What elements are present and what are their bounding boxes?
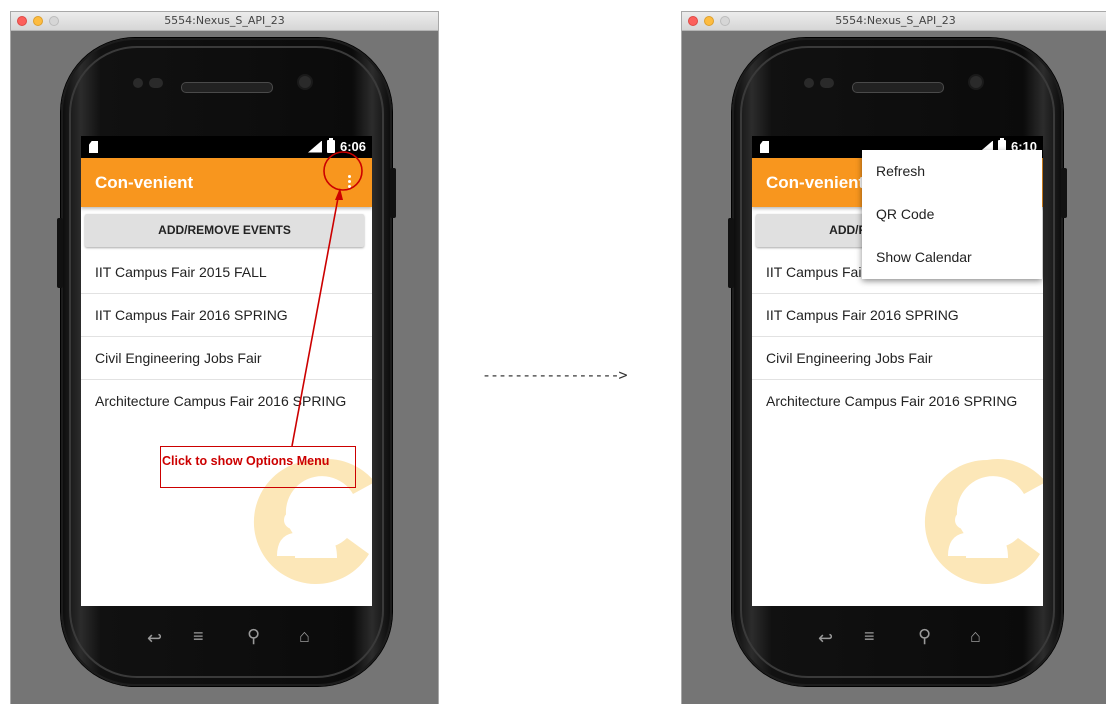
window-title: 5554:Nexus_S_API_23 xyxy=(164,14,285,27)
list-item[interactable]: IIT Campus Fair 2016 SPRING xyxy=(81,294,372,337)
annotation-text: Click to show Options Menu xyxy=(162,454,330,468)
camera-icon xyxy=(299,76,311,88)
list-item[interactable]: IIT Campus Fair 2016 SPRING xyxy=(752,294,1043,337)
emulator-window-left: 5554:Nexus_S_API_23 6:06 Con-venient ADD… xyxy=(10,11,439,704)
app-title: Con-venient xyxy=(766,173,865,192)
menu-icon[interactable]: ≡ xyxy=(864,626,875,647)
camera-icon xyxy=(970,76,982,88)
back-icon[interactable]: ↩ xyxy=(818,628,833,649)
options-menu: Refresh QR Code Show Calendar xyxy=(862,150,1042,279)
window-titlebar[interactable]: 5554:Nexus_S_API_23 xyxy=(682,12,1106,31)
search-icon[interactable]: ⚲ xyxy=(247,626,260,647)
app-title: Con-venient xyxy=(95,173,194,192)
sd-card-icon xyxy=(760,141,769,153)
sd-card-icon xyxy=(89,141,98,153)
menu-item-show-calendar[interactable]: Show Calendar xyxy=(862,236,1042,279)
list-item[interactable]: Architecture Campus Fair 2016 SPRING xyxy=(752,380,1043,423)
window-titlebar[interactable]: 5554:Nexus_S_API_23 xyxy=(11,12,438,31)
list-item[interactable]: IIT Campus Fair 2015 FALL xyxy=(81,251,372,294)
earpiece xyxy=(852,82,944,93)
transition-arrow: -----------------> xyxy=(482,366,628,384)
emulator-window-right: 5554:Nexus_S_API_23 6:10 Con-venient ADD… xyxy=(681,11,1106,704)
app-bar: Con-venient xyxy=(81,158,372,207)
home-icon[interactable]: ⌂ xyxy=(970,626,981,647)
window-title: 5554:Nexus_S_API_23 xyxy=(835,14,956,27)
phone-body: 6:10 Con-venient ADD/REMOVE EVENTS IIT C… xyxy=(728,38,1067,686)
phone-body: 6:06 Con-venient ADD/REMOVE EVENTS IIT C… xyxy=(57,38,396,686)
back-icon[interactable]: ↩ xyxy=(147,628,162,649)
status-bar: 6:06 xyxy=(81,136,372,158)
list-item[interactable]: Civil Engineering Jobs Fair xyxy=(752,337,1043,380)
add-remove-events-button[interactable]: ADD/REMOVE EVENTS xyxy=(85,214,364,247)
status-time: 6:06 xyxy=(339,139,366,154)
home-icon[interactable]: ⌂ xyxy=(299,626,310,647)
battery-icon xyxy=(326,138,335,153)
signal-icon xyxy=(307,140,322,153)
list-item[interactable]: Architecture Campus Fair 2016 SPRING xyxy=(81,380,372,423)
overflow-menu-icon[interactable] xyxy=(338,170,360,194)
event-list: IIT Campus Fair 2015 FALL IIT Campus Fai… xyxy=(81,251,372,423)
app-logo-icon xyxy=(924,459,1043,584)
search-icon[interactable]: ⚲ xyxy=(918,626,931,647)
menu-item-refresh[interactable]: Refresh xyxy=(862,150,1042,193)
menu-icon[interactable]: ≡ xyxy=(193,626,204,647)
list-item[interactable]: Civil Engineering Jobs Fair xyxy=(81,337,372,380)
menu-item-qr-code[interactable]: QR Code xyxy=(862,193,1042,236)
phone-screen: 6:06 Con-venient ADD/REMOVE EVENTS IIT C… xyxy=(81,136,372,606)
earpiece xyxy=(181,82,273,93)
